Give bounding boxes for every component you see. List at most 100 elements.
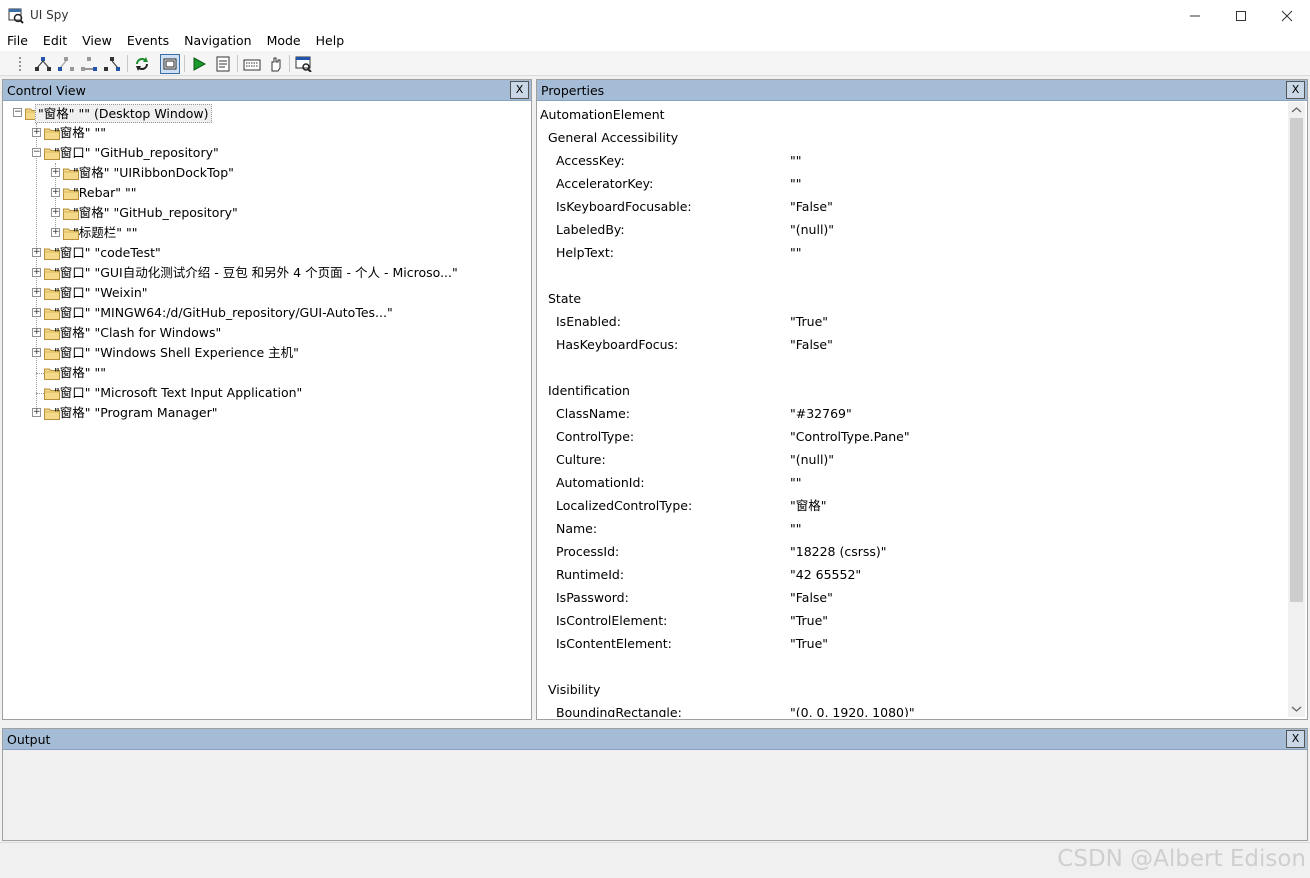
navigate-first-child-button[interactable] <box>56 54 76 74</box>
property-name: AutomationId: <box>556 475 645 490</box>
property-value: "" <box>790 176 802 191</box>
find-window-button[interactable] <box>294 54 314 74</box>
maximize-button[interactable] <box>1218 0 1264 31</box>
keyboard-button[interactable] <box>242 54 262 74</box>
grip-icon <box>19 57 21 71</box>
menu-navigation[interactable]: Navigation <box>176 31 258 51</box>
refresh-button[interactable] <box>132 54 152 74</box>
collapse-icon[interactable]: − <box>13 108 22 117</box>
expand-icon[interactable]: + <box>51 168 60 177</box>
navigate-parent-button[interactable] <box>33 54 53 74</box>
menu-view[interactable]: View <box>74 31 119 51</box>
property-row[interactable]: IsEnabled: "True" <box>556 312 1276 332</box>
property-row[interactable]: IsControlElement: "True" <box>556 611 1276 631</box>
expand-icon[interactable]: + <box>32 408 41 417</box>
property-row[interactable]: IsContentElement: "True" <box>556 634 1276 654</box>
expand-icon[interactable]: + <box>32 288 41 297</box>
tree-item[interactable]: "窗口" "Microsoft Text Input Application" <box>32 383 523 403</box>
menu-mode[interactable]: Mode <box>259 31 308 51</box>
expand-icon[interactable]: + <box>32 348 41 357</box>
tree-item[interactable]: + "窗格" "UIRibbonDockTop" <box>51 163 523 183</box>
chevron-down-icon[interactable] <box>1288 702 1305 716</box>
property-value: "(null)" <box>790 452 835 467</box>
property-row[interactable]: HasKeyboardFocus: "False" <box>556 335 1276 355</box>
property-row[interactable]: Name: "" <box>556 519 1276 539</box>
expand-icon[interactable]: + <box>51 188 60 197</box>
property-name: LabeledBy: <box>556 222 625 237</box>
expand-icon[interactable]: + <box>32 268 41 277</box>
tree-item[interactable]: "窗格" "" <box>32 363 523 383</box>
tree-item[interactable]: + "窗格" "Program Manager" <box>32 403 523 423</box>
minimize-button[interactable] <box>1172 0 1218 31</box>
window-title: UI Spy <box>30 8 69 22</box>
tree-item[interactable]: + "窗口" "codeTest" <box>32 243 523 263</box>
hand-button[interactable] <box>265 54 285 74</box>
expand-icon[interactable]: + <box>32 308 41 317</box>
tree-item[interactable]: + "窗格" "GitHub_repository" <box>51 203 523 223</box>
property-row[interactable]: IsKeyboardFocusable: "False" <box>556 197 1276 217</box>
play-button[interactable] <box>189 54 209 74</box>
property-section-header[interactable]: General Accessibility <box>548 128 678 148</box>
expand-icon[interactable]: + <box>51 208 60 217</box>
menu-edit[interactable]: Edit <box>35 31 74 51</box>
output-close-button[interactable]: X <box>1286 730 1305 748</box>
control-view-close-button[interactable]: X <box>510 81 529 99</box>
property-row[interactable]: LabeledBy: "(null)" <box>556 220 1276 240</box>
close-window-button[interactable] <box>1264 0 1310 31</box>
expand-icon[interactable]: + <box>32 328 41 337</box>
expand-icon[interactable]: + <box>32 128 41 137</box>
property-section-header[interactable]: Visibility <box>548 680 600 700</box>
scroll-thumb[interactable] <box>1290 118 1303 602</box>
property-value: "ControlType.Pane" <box>790 429 910 444</box>
property-row[interactable]: AutomationId: "" <box>556 473 1276 493</box>
property-section-label: General Accessibility <box>548 130 679 145</box>
menu-help[interactable]: Help <box>308 31 352 51</box>
tree-item-label: "窗口" "Windows Shell Experience 主机" <box>54 345 299 360</box>
property-value: "False" <box>790 337 833 352</box>
title-bar: UI Spy <box>0 0 1310 31</box>
tree-item[interactable]: + "窗口" "MINGW64:/d/GitHub_repository/GUI-… <box>32 303 523 323</box>
tree-item[interactable]: + "窗口" "Windows Shell Experience 主机" <box>32 343 523 363</box>
tree-item[interactable]: − "窗格" "" (Desktop Window) <box>13 103 523 123</box>
property-section-header[interactable]: Identification <box>548 381 630 401</box>
navigate-last-child-button[interactable] <box>102 54 122 74</box>
property-row[interactable]: ControlType: "ControlType.Pane" <box>556 427 1276 447</box>
property-section-header[interactable]: State <box>548 289 581 309</box>
tree-item[interactable]: + "标题栏" "" <box>51 223 523 243</box>
property-row[interactable]: BoundingRectangle: "(0, 0, 1920, 1080)" <box>556 703 1276 717</box>
property-row[interactable]: LocalizedControlType: "窗格" <box>556 496 1276 516</box>
navigate-next-sibling-button[interactable] <box>79 54 99 74</box>
horizontal-splitter[interactable] <box>0 720 1310 728</box>
expand-icon[interactable]: + <box>32 248 41 257</box>
menu-events[interactable]: Events <box>119 31 176 51</box>
expand-icon[interactable]: + <box>51 228 60 237</box>
property-row[interactable]: IsPassword: "False" <box>556 588 1276 608</box>
tree-item[interactable]: + "窗格" "Clash for Windows" <box>32 323 523 343</box>
tree-item[interactable]: − "窗口" "GitHub_repository" <box>32 143 523 163</box>
property-row[interactable]: ClassName: "#32769" <box>556 404 1276 424</box>
properties-close-button[interactable]: X <box>1286 81 1305 99</box>
menu-file[interactable]: File <box>0 31 35 51</box>
highlight-rectangle-button[interactable] <box>160 54 180 74</box>
property-value: "True" <box>790 613 829 628</box>
toolbar-grip[interactable] <box>10 54 30 74</box>
tree-item[interactable]: + "窗格" "" <box>32 123 523 143</box>
properties-button[interactable] <box>213 54 233 74</box>
property-row[interactable]: AccessKey: "" <box>556 151 1276 171</box>
tree-item[interactable]: + "Rebar" "" <box>51 183 523 203</box>
property-row[interactable]: HelpText: "" <box>556 243 1276 263</box>
collapse-icon[interactable]: − <box>32 148 41 157</box>
tree-item-label: "标题栏" "" <box>73 225 138 240</box>
property-row[interactable]: ProcessId: "18228 (csrss)" <box>556 542 1276 562</box>
properties-scrollbar[interactable] <box>1288 102 1305 717</box>
tree-item-label: "窗格" "" (Desktop Window) <box>35 104 212 123</box>
property-row[interactable]: RuntimeId: "42 65552" <box>556 565 1276 585</box>
toolbar-separator <box>127 55 128 72</box>
tree-item[interactable]: + "窗口" "Weixin" <box>32 283 523 303</box>
property-row[interactable]: AcceleratorKey: "" <box>556 174 1276 194</box>
chevron-up-icon[interactable] <box>1288 103 1305 117</box>
hand-icon <box>271 57 281 72</box>
tree-item[interactable]: + "窗口" "GUI自动化测试介绍 - 豆包 和另外 4 个页面 - 个人 - … <box>32 263 523 283</box>
refresh-icon <box>136 57 148 71</box>
property-row[interactable]: Culture: "(null)" <box>556 450 1276 470</box>
